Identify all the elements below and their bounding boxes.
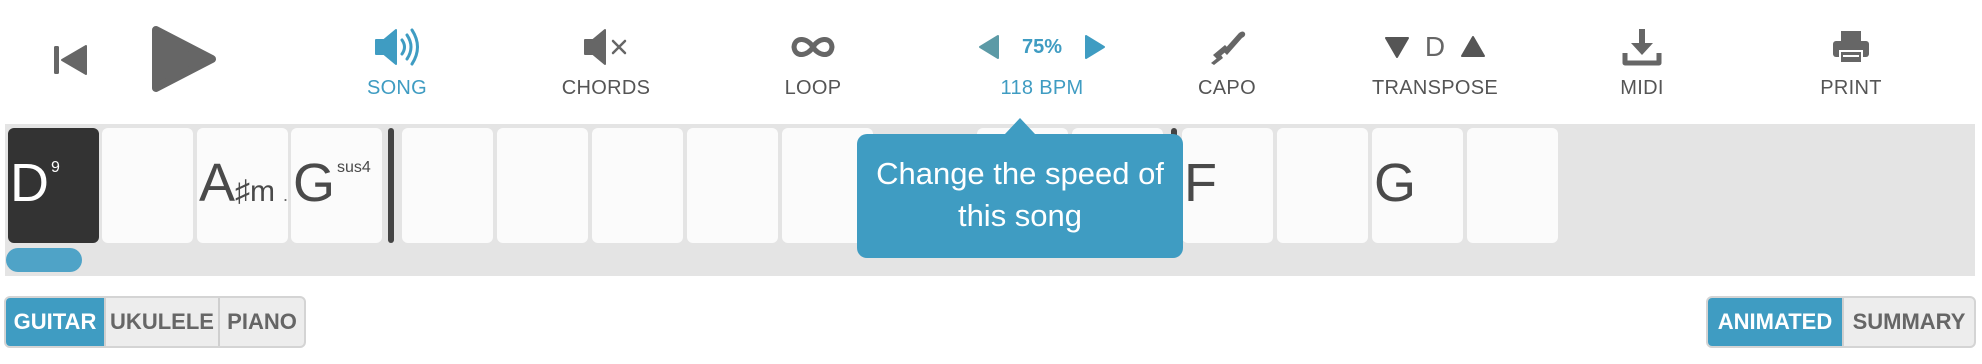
transpose-down-button[interactable] bbox=[1383, 34, 1411, 60]
capo-label: CAPO bbox=[1198, 77, 1256, 99]
tooltip-line-2: this song bbox=[957, 198, 1083, 233]
transpose-up-button[interactable] bbox=[1459, 34, 1487, 60]
print-button[interactable]: PRINT bbox=[1806, 20, 1896, 106]
chord-cell[interactable] bbox=[1277, 128, 1368, 243]
chord-root: G bbox=[293, 153, 336, 213]
loop-label: LOOP bbox=[784, 77, 842, 99]
play-button[interactable] bbox=[150, 24, 218, 94]
chord-root: A bbox=[199, 153, 236, 213]
tempo-increase-button[interactable] bbox=[1082, 33, 1108, 61]
song-label: SONG bbox=[366, 77, 428, 99]
chord-cell[interactable]: G bbox=[1372, 128, 1463, 243]
skip-back-button[interactable] bbox=[50, 40, 90, 80]
printer-icon bbox=[1833, 31, 1869, 64]
capo-button[interactable]: CAPO bbox=[1182, 20, 1272, 106]
tempo-control: 75% 118 BPM bbox=[952, 20, 1132, 106]
infinity-icon bbox=[791, 37, 835, 57]
chord-name: F bbox=[1184, 156, 1217, 210]
tab-guitar[interactable]: GUITAR bbox=[6, 298, 106, 346]
chord-root: D bbox=[10, 153, 49, 213]
capo-icon bbox=[1211, 31, 1246, 65]
loop-toggle[interactable]: LOOP bbox=[768, 20, 858, 106]
chord-cell[interactable]: F bbox=[1182, 128, 1273, 243]
chord-name: G bbox=[1374, 156, 1416, 210]
transpose-control: D TRANSPOSE bbox=[1362, 20, 1508, 106]
instrument-selector: GUITAR UKULELE PIANO bbox=[4, 296, 306, 348]
chord-name: D9 bbox=[10, 156, 60, 210]
tooltip-arrow bbox=[1005, 118, 1035, 134]
chord-cell[interactable] bbox=[497, 128, 588, 243]
speaker-on-icon bbox=[375, 28, 419, 66]
chord-root: G bbox=[1374, 153, 1417, 213]
tab-summary[interactable]: SUMMARY bbox=[1844, 298, 1974, 346]
chord-cell[interactable] bbox=[402, 128, 493, 243]
tempo-percent: 75% bbox=[1021, 35, 1063, 58]
chords-label: CHORDS bbox=[561, 77, 651, 99]
tab-animated[interactable]: ANIMATED bbox=[1708, 298, 1844, 346]
tempo-bpm-label: 118 BPM bbox=[1000, 77, 1084, 99]
timeline-scroll-thumb[interactable] bbox=[6, 248, 82, 272]
skip-back-icon bbox=[54, 45, 87, 75]
tab-piano[interactable]: PIANO bbox=[220, 298, 304, 346]
midi-label: MIDI bbox=[1620, 77, 1664, 99]
chord-quality: ♯m bbox=[235, 175, 276, 208]
tab-ukulele[interactable]: UKULELE bbox=[106, 298, 220, 346]
tooltip-line-1: Change the speed of bbox=[876, 156, 1164, 191]
chord-cell[interactable]: D9 bbox=[8, 128, 99, 243]
download-icon bbox=[1622, 29, 1662, 66]
player-toolbar: SONG CHORDS LOOP 75% 118 BPM CAPO D TRAN… bbox=[0, 0, 1982, 124]
tempo-tooltip: Change the speed of this song bbox=[857, 134, 1183, 258]
speaker-muted-icon bbox=[584, 29, 627, 65]
chord-extension: sus4 bbox=[337, 159, 371, 176]
transpose-label: TRANSPOSE bbox=[1371, 77, 1499, 99]
chord-cell[interactable] bbox=[102, 128, 193, 243]
midi-download-button[interactable]: MIDI bbox=[1600, 20, 1684, 106]
chord-cell[interactable] bbox=[592, 128, 683, 243]
chord-overflow-dots: .. bbox=[283, 185, 288, 205]
chords-toggle[interactable]: CHORDS bbox=[556, 20, 656, 106]
bar-line bbox=[388, 128, 394, 243]
song-toggle[interactable]: SONG bbox=[352, 20, 442, 106]
tempo-decrease-button[interactable] bbox=[976, 33, 1002, 61]
chord-cell[interactable]: A♯m.. bbox=[197, 128, 288, 243]
chord-name: Gsus4 bbox=[293, 156, 371, 210]
play-icon bbox=[152, 26, 216, 92]
print-label: PRINT bbox=[1820, 77, 1882, 99]
chord-cell[interactable] bbox=[687, 128, 778, 243]
chord-cell[interactable] bbox=[1467, 128, 1558, 243]
chord-root: F bbox=[1184, 153, 1217, 213]
chord-cell[interactable]: Gsus4 bbox=[291, 128, 382, 243]
view-mode-selector: ANIMATED SUMMARY bbox=[1706, 296, 1976, 348]
transpose-key: D bbox=[1424, 31, 1446, 62]
chord-name: A♯m.. bbox=[199, 156, 288, 210]
chord-extension: 9 bbox=[51, 159, 60, 176]
